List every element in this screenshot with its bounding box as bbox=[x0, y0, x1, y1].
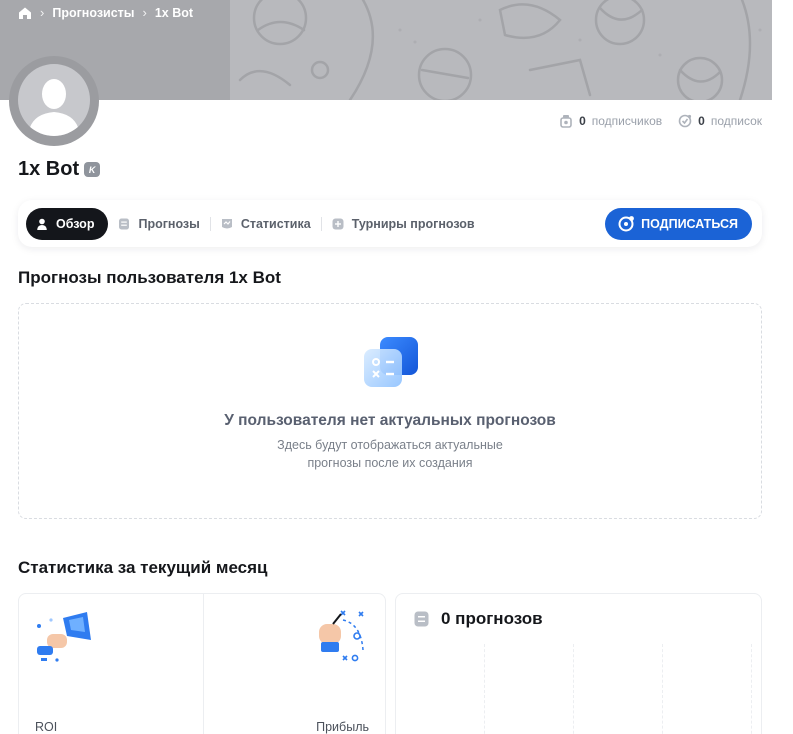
avatar bbox=[18, 64, 90, 136]
chart-gridline bbox=[484, 644, 485, 734]
tab-label: Турниры прогнозов bbox=[351, 216, 475, 231]
tab-label: Обзор bbox=[56, 216, 95, 231]
chart-gridline bbox=[573, 644, 574, 734]
subscribe-button[interactable]: ПОДПИСАТЬСЯ bbox=[605, 208, 752, 240]
empty-state-subtitle-line: прогнозы после их создания bbox=[307, 456, 473, 470]
tab-statistics[interactable]: Статистика bbox=[211, 208, 321, 240]
subscriptions-label: подписок bbox=[710, 114, 762, 128]
stat-divider bbox=[203, 594, 204, 734]
subscribe-icon bbox=[618, 216, 635, 232]
tab-forecasts[interactable]: Прогнозы bbox=[108, 208, 209, 240]
default-user-avatar-icon bbox=[28, 79, 80, 136]
roi-profit-card: ROI Прибыль bbox=[18, 593, 386, 734]
tab-label: Прогнозы bbox=[138, 216, 200, 231]
profile-tabs: Обзор Прогнозы Статистика Турниры прогно… bbox=[18, 200, 762, 247]
breadcrumb-item-forecasters[interactable]: Прогнозисты bbox=[52, 6, 134, 20]
subscriptions-count: 0 bbox=[698, 114, 705, 128]
profile-counters: 0 подписчиков 0 подписок bbox=[559, 114, 762, 128]
home-icon[interactable] bbox=[18, 6, 32, 20]
empty-state-subtitle-line: Здесь будут отображаться актуальные bbox=[277, 438, 503, 452]
tab-label: Статистика bbox=[240, 216, 311, 231]
breadcrumb-separator: › bbox=[142, 5, 147, 20]
subscriptions-icon bbox=[678, 114, 692, 128]
profile-name-text: 1x Bot bbox=[18, 158, 80, 180]
profile-name: 1x Bot K bbox=[18, 158, 101, 181]
subscribers-label: подписчиков bbox=[591, 114, 663, 128]
chart-gridline bbox=[751, 644, 752, 734]
chart-icon bbox=[221, 218, 232, 228]
forecasts-count-card: 0 прогнозов bbox=[395, 593, 762, 734]
subscribers-counter[interactable]: 0 подписчиков bbox=[559, 114, 662, 128]
subscribe-button-label: ПОДПИСАТЬСЯ bbox=[641, 217, 738, 231]
breadcrumb-separator: › bbox=[40, 5, 45, 20]
subscriptions-counter[interactable]: 0 подписок bbox=[678, 114, 762, 128]
tab-overview[interactable]: Обзор bbox=[26, 207, 109, 240]
plus-icon bbox=[332, 218, 344, 229]
user-icon bbox=[37, 218, 47, 230]
empty-state-title: У пользователя нет актуальных прогнозов bbox=[224, 412, 556, 429]
forecasts-count-text: 0 прогнозов bbox=[441, 609, 543, 628]
breadcrumb-item-current: 1x Bot bbox=[154, 5, 194, 20]
tab-tournaments[interactable]: Турниры прогнозов bbox=[322, 208, 485, 240]
rank-badge: K bbox=[84, 162, 101, 177]
forecast-cards-icon bbox=[364, 337, 418, 387]
subscribers-count: 0 bbox=[579, 114, 586, 128]
roi-label: ROI bbox=[35, 720, 58, 734]
chart-gridline bbox=[662, 644, 663, 734]
page-scroll-track bbox=[772, 0, 793, 734]
profit-label: Прибыль bbox=[316, 720, 369, 734]
empty-state-subtitle: Здесь будут отображаться актуальные прог… bbox=[19, 436, 761, 472]
forecasts-count-title: 0 прогнозов bbox=[414, 609, 543, 629]
breadcrumb: › Прогнозисты › 1x Bot bbox=[18, 5, 193, 20]
stats-section-title: Статистика за текущий месяц bbox=[18, 558, 268, 577]
forecasts-section-title: Прогнозы пользователя 1x Bot bbox=[18, 268, 281, 287]
list-icon bbox=[414, 611, 429, 627]
megaphone-hand-icon bbox=[37, 612, 91, 662]
hand-drawing-plan-icon bbox=[319, 610, 364, 662]
empty-forecasts-box: У пользователя нет актуальных прогнозов … bbox=[18, 303, 762, 519]
list-icon bbox=[119, 218, 130, 229]
sports-pattern-decoration bbox=[238, 0, 762, 100]
subscribers-icon bbox=[560, 115, 572, 128]
